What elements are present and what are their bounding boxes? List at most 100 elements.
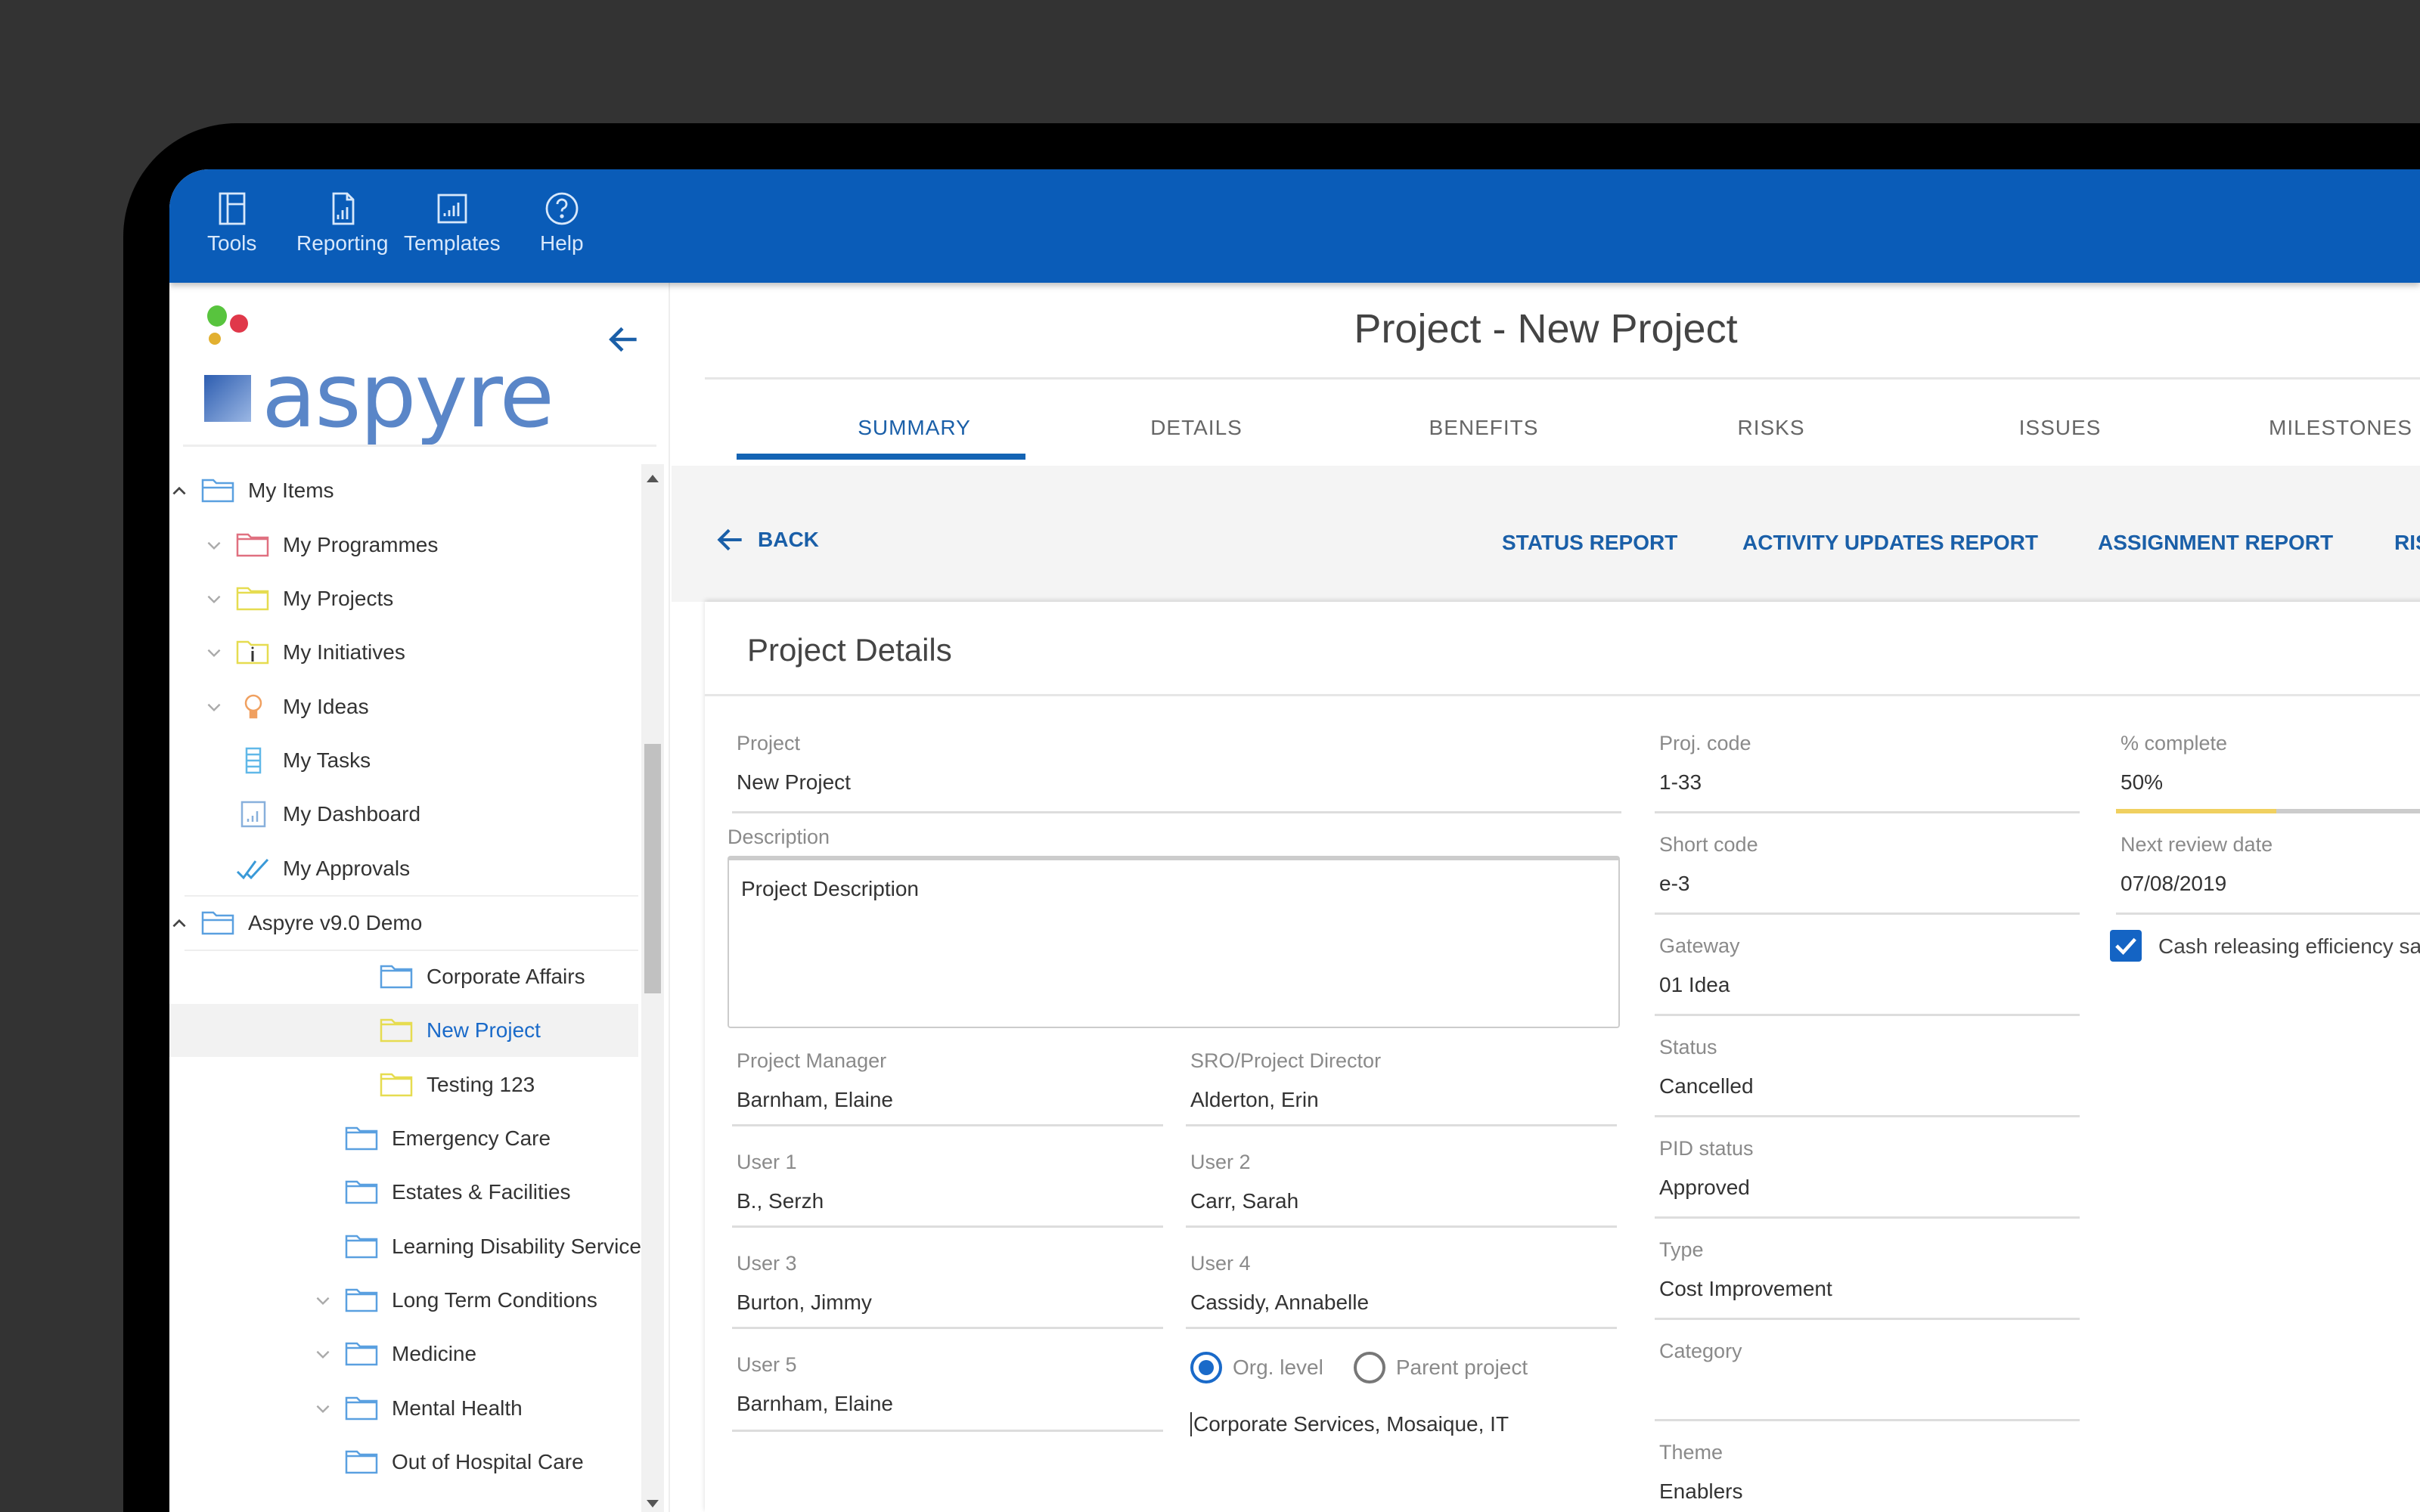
risk-report-button[interactable]: RISK REPORT xyxy=(2394,531,2420,555)
org-level-label: Org. level xyxy=(1233,1356,1323,1379)
sro-project-director-field[interactable]: SRO/Project Director Alderton, Erin xyxy=(1186,1049,1617,1126)
toolbar-tools-button[interactable]: Tools xyxy=(207,191,256,256)
tree-item[interactable]: My Dashboard xyxy=(169,788,638,841)
assignment-report-button[interactable]: ASSIGNMENT REPORT xyxy=(2098,531,2333,555)
tree-item[interactable]: Medicine xyxy=(169,1328,638,1380)
org-level-radio[interactable] xyxy=(1190,1352,1222,1383)
app-window: Tools Reporting Templates Help aspyre My… xyxy=(169,169,2420,1512)
short-code-field[interactable]: Short code e-3 xyxy=(1655,833,2083,915)
sidebar-scrollbar[interactable] xyxy=(641,464,664,1512)
tree-item[interactable]: Aspyre v9.0 Demo xyxy=(169,897,638,950)
user2-field[interactable]: User 2 Carr, Sarah xyxy=(1186,1151,1617,1228)
folder-blue-icon xyxy=(345,1340,380,1368)
status-report-button[interactable]: STATUS REPORT xyxy=(1502,531,1677,555)
tree-item[interactable]: New Project xyxy=(169,1004,638,1057)
user3-field[interactable]: User 3 Burton, Jimmy xyxy=(732,1252,1163,1329)
folder-blue-icon xyxy=(345,1395,380,1422)
tab-details[interactable]: DETAILS xyxy=(1068,416,1325,440)
back-button[interactable]: BACK xyxy=(714,523,819,556)
folder-blue-icon xyxy=(380,963,414,990)
tree-item[interactable]: Learning Disability Services xyxy=(169,1220,652,1273)
folder-info-yellow-icon xyxy=(236,639,271,666)
tree-item[interactable]: Mental Health xyxy=(169,1382,638,1435)
tab-summary[interactable]: SUMMARY xyxy=(770,416,1059,440)
tree-item[interactable]: My Projects xyxy=(169,572,638,625)
action-bar: BACK STATUS REPORT ACTIVITY UPDATES REPO… xyxy=(672,466,2420,602)
layout-icon xyxy=(219,192,246,225)
tree-item[interactable]: My Programmes xyxy=(169,519,638,572)
project-field[interactable]: Project New Project xyxy=(732,732,1629,813)
tree-item[interactable]: Emergency Care xyxy=(169,1112,638,1165)
chevron-down-icon[interactable] xyxy=(204,697,224,717)
tree-item[interactable]: My Ideas xyxy=(169,680,638,733)
description-label-wrap: Description xyxy=(728,826,830,849)
tree-item[interactable]: Corporate Affairs xyxy=(169,950,638,1003)
pid-status-field[interactable]: PID status Approved xyxy=(1655,1137,2083,1219)
tab-issues[interactable]: ISSUES xyxy=(1931,416,2189,440)
tree-item[interactable]: Testing 123 xyxy=(169,1058,638,1111)
category-field[interactable]: Category xyxy=(1655,1340,2083,1421)
user5-field[interactable]: User 5 Barnham, Elaine xyxy=(732,1353,1163,1432)
gateway-field[interactable]: Gateway 01 Idea xyxy=(1655,934,2083,1016)
folder-red-icon xyxy=(236,531,271,559)
chevron-down-icon[interactable] xyxy=(313,1399,333,1418)
description-textarea[interactable]: Project Description xyxy=(728,856,1620,1028)
tree-item[interactable]: My Items xyxy=(169,464,638,517)
logo-dot-green xyxy=(207,305,227,327)
tree-item-label: Testing 123 xyxy=(427,1073,535,1096)
toolbar-help-button[interactable]: Help xyxy=(540,191,584,256)
folder-blue-icon xyxy=(345,1233,380,1260)
chevron-down-icon[interactable] xyxy=(313,1344,333,1364)
percent-complete-field[interactable]: % complete 50% xyxy=(2121,732,2420,813)
chevron-down-icon[interactable] xyxy=(204,643,224,662)
tree-item[interactable]: Long Term Conditions xyxy=(169,1274,638,1327)
user1-field[interactable]: User 1 B., Serzh xyxy=(732,1151,1163,1228)
tree-item-label: Aspyre v9.0 Demo xyxy=(248,911,423,934)
tab-milestones[interactable]: MILESTONES xyxy=(2269,416,2412,440)
theme-field[interactable]: Theme Enablers xyxy=(1659,1441,2083,1504)
tree-item[interactable]: Estates & Facilities xyxy=(169,1166,638,1219)
collapse-sidebar-arrow-icon[interactable] xyxy=(605,321,643,358)
toolbar-label: Templates xyxy=(404,231,501,255)
tab-risks[interactable]: RISKS xyxy=(1643,416,1900,440)
proj-code-field[interactable]: Proj. code 1-33 xyxy=(1655,732,2083,813)
chevron-down-icon[interactable] xyxy=(204,535,224,555)
status-field[interactable]: Status Cancelled xyxy=(1655,1036,2083,1117)
folder-yellow-icon xyxy=(380,1071,414,1098)
parent-project-radio[interactable] xyxy=(1353,1352,1385,1383)
cash-releasing-label: Cash releasing efficiency savings xyxy=(2158,934,2420,958)
tree-item-label: Out of Hospital Care xyxy=(392,1450,584,1473)
tree-item[interactable]: Out of Hospital Care xyxy=(169,1436,638,1489)
user4-field[interactable]: User 4 Cassidy, Annabelle xyxy=(1186,1252,1617,1329)
tree-item-label: My Initiatives xyxy=(283,640,405,664)
type-field[interactable]: Type Cost Improvement xyxy=(1655,1238,2083,1320)
toolbar-templates-button[interactable]: Templates xyxy=(404,191,501,256)
approvals-icon xyxy=(236,855,271,882)
logo-square xyxy=(204,375,251,422)
scroll-down-arrow[interactable] xyxy=(647,1500,659,1507)
tree-item[interactable]: My Approvals xyxy=(169,842,638,895)
project-details-card: Project Details Project New Project Desc… xyxy=(705,602,2420,1512)
toolbar-reporting-button[interactable]: Reporting xyxy=(296,191,388,256)
tree-item[interactable]: My Tasks xyxy=(169,734,638,787)
next-review-date-field[interactable]: Next review date 07/08/2019 xyxy=(2116,833,2420,915)
lightbulb-icon xyxy=(236,693,271,720)
chevron-up-icon[interactable] xyxy=(169,913,189,933)
org-level-value-field[interactable]: Corporate Services, Mosaique, IT xyxy=(1190,1412,1509,1436)
activity-updates-report-button[interactable]: ACTIVITY UPDATES REPORT xyxy=(1742,531,2038,555)
tree-item-label: My Tasks xyxy=(283,748,371,772)
chevron-down-icon[interactable] xyxy=(313,1290,333,1310)
scroll-up-arrow[interactable] xyxy=(647,475,659,482)
project-manager-field[interactable]: Project Manager Barnham, Elaine xyxy=(732,1049,1163,1126)
description-label: Description xyxy=(728,826,830,848)
logo-dot-red xyxy=(230,314,248,333)
scroll-thumb[interactable] xyxy=(644,744,661,993)
cash-releasing-checkbox[interactable] xyxy=(2110,930,2142,962)
chevron-up-icon[interactable] xyxy=(169,481,189,500)
tree-item[interactable]: My Initiatives xyxy=(169,626,638,679)
tab-benefits[interactable]: BENEFITS xyxy=(1355,416,1612,440)
percent-complete-bar xyxy=(2116,809,2420,813)
tree-item-label: Estates & Facilities xyxy=(392,1180,571,1204)
chevron-down-icon[interactable] xyxy=(204,589,224,609)
folder-blue-icon xyxy=(345,1179,380,1206)
